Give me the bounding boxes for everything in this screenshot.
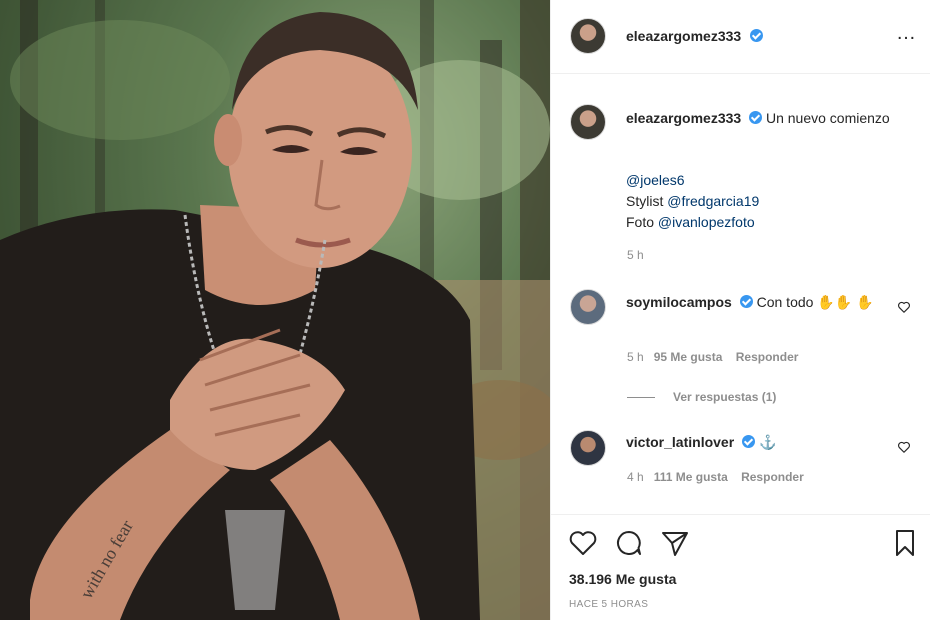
post-sidebar: eleazargomez333 … eleazargomez333 Un nue… xyxy=(550,0,930,620)
bookmark-icon[interactable] xyxy=(889,527,921,559)
caption: eleazargomez333 Un nuevo comienzo xyxy=(626,108,896,129)
more-options-icon[interactable]: … xyxy=(896,23,917,43)
verified-badge-icon xyxy=(742,435,756,448)
post-photo[interactable]: with no fear xyxy=(0,0,550,620)
comment-username[interactable]: victor_latinlover xyxy=(626,434,734,450)
author-avatar[interactable] xyxy=(570,18,606,54)
caption-username[interactable]: eleazargomez333 xyxy=(626,110,741,126)
comment-time: 4 h xyxy=(627,470,644,484)
foto-mention-link[interactable]: @ivanlopezfoto xyxy=(658,214,755,230)
verified-badge-icon xyxy=(739,295,753,308)
comment-avatar[interactable] xyxy=(570,430,606,466)
reply-button[interactable]: Responder xyxy=(741,470,804,484)
heart-icon[interactable] xyxy=(567,527,599,559)
view-replies[interactable]: Ver respuestas (1) xyxy=(627,390,776,404)
verified-badge-icon xyxy=(749,29,763,42)
view-replies-label[interactable]: Ver respuestas (1) xyxy=(673,390,776,404)
caption-text: Un nuevo comienzo xyxy=(765,110,890,126)
comment-likes[interactable]: 95 Me gusta xyxy=(654,350,723,364)
author-username[interactable]: eleazargomez333 xyxy=(626,28,741,44)
share-icon[interactable] xyxy=(659,527,691,559)
post-header: eleazargomez333 … xyxy=(551,0,930,74)
comment-icon[interactable] xyxy=(613,527,645,559)
reply-button[interactable]: Responder xyxy=(736,350,799,364)
person-figure: with no fear xyxy=(0,12,480,620)
foto-label: Foto xyxy=(626,214,655,230)
like-comment-icon[interactable] xyxy=(897,300,911,314)
comment-1: soymilocampos Con todo ✋✋ ✋ xyxy=(626,292,876,313)
caption-avatar[interactable] xyxy=(570,104,606,140)
post-timestamp: HACE 5 HORAS xyxy=(569,599,649,610)
comments-list: eleazargomez333 Un nuevo comienzo @joele… xyxy=(551,74,930,514)
caption-mentions: @joeles6 Stylist @fredgarcia19 Foto @iva… xyxy=(626,170,759,233)
comment-text: Con todo ✋✋ ✋ xyxy=(756,294,874,310)
comment-2: victor_latinlover ⚓ xyxy=(626,432,876,453)
comment-likes[interactable]: 111 Me gusta xyxy=(654,470,728,484)
post-actions: 38.196 Me gusta HACE 5 HORAS xyxy=(551,514,930,620)
post-likes-count[interactable]: 38.196 Me gusta xyxy=(569,571,676,587)
stylist-label: Stylist xyxy=(626,193,664,209)
stylist-mention-link[interactable]: @fredgarcia19 xyxy=(667,193,759,209)
caption-time: 5 h xyxy=(627,248,644,262)
comment-1-meta: 5 h 95 Me gusta Responder xyxy=(627,350,798,364)
replies-line xyxy=(627,396,655,398)
comment-time: 5 h xyxy=(627,350,644,364)
comment-2-meta: 4 h 111 Me gusta Responder xyxy=(627,470,804,484)
comment-text: ⚓ xyxy=(758,434,777,450)
verified-badge-icon xyxy=(749,111,763,124)
mention-link[interactable]: @joeles6 xyxy=(626,172,685,188)
like-comment-icon[interactable] xyxy=(897,440,911,454)
comment-avatar[interactable] xyxy=(570,289,606,325)
comment-username[interactable]: soymilocampos xyxy=(626,294,732,310)
header-author: eleazargomez333 xyxy=(626,28,763,46)
